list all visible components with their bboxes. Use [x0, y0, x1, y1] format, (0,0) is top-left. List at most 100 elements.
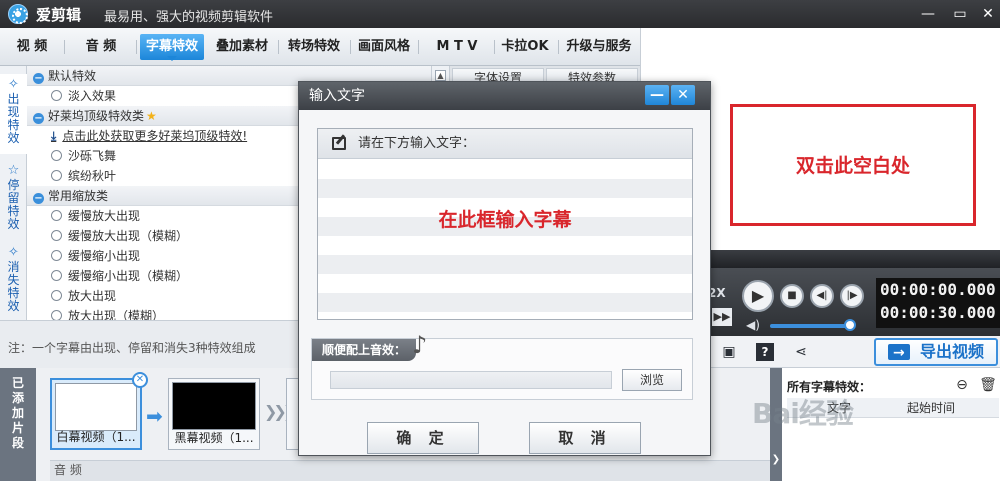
category-disappear-effects[interactable]: ✧ 消失特效 — [0, 242, 27, 320]
time-display: 00:00:00.000 00:00:30.000 — [876, 278, 1000, 328]
sound-effect-box: 顺便配上音效： ♪ 浏览 — [311, 331, 693, 400]
tab-separator — [136, 40, 137, 54]
text-input-area[interactable]: 请在下方输入文字： 在此框输入字幕 — [317, 128, 693, 320]
app-slogan: 最易用、强大的视频剪辑软件 — [104, 10, 274, 25]
remove-clip-icon[interactable]: ✕ — [132, 372, 148, 388]
tab-upgrade-service[interactable]: 升级与服务 — [562, 34, 636, 60]
radio-icon[interactable] — [51, 270, 62, 281]
stay-effect-icon: ☆ — [7, 163, 20, 178]
text-input-prompt: 请在下方输入文字： — [358, 136, 476, 151]
clip-white-video[interactable]: 白幕视频（1... — [50, 378, 142, 450]
stop-icon[interactable]: ■ — [780, 284, 804, 308]
added-clips-label: 已添加片段 — [0, 368, 36, 481]
audio-track: 音 频 — [50, 460, 770, 481]
empty-clip-slot[interactable] — [286, 378, 298, 450]
volume-slider[interactable] — [770, 324, 848, 328]
effect-label: 缓慢缩小出现 — [68, 249, 141, 263]
effect-label: 缓慢放大出现（模糊） — [68, 229, 189, 243]
tab-separator — [64, 40, 65, 54]
close-window-button[interactable]: ✕ — [974, 2, 1000, 26]
effect-category-sidebar: ✧ 出现特效 ☆ 停留特效 ✧ 消失特效 — [0, 66, 27, 320]
input-text-dialog: 输入文字 — ✕ 请在下方输入文字： 在此框输入字幕 顺便配上音效： ♪ 浏览 … — [298, 81, 711, 456]
undo-icon[interactable]: ⊖ — [953, 376, 971, 394]
export-video-button[interactable]: 导出视频 — [874, 338, 998, 366]
category-label: 出现特效 — [7, 92, 20, 145]
link-label: 点击此处获取更多好莱坞顶级特效! — [62, 129, 248, 143]
effect-label: 淡入效果 — [68, 89, 117, 103]
help-icon[interactable]: ? — [756, 343, 774, 361]
audio-track-label: 音 频 — [54, 463, 82, 477]
minimize-window-button[interactable]: — — [914, 2, 942, 26]
tab-karaoke[interactable]: 卡拉OK — [496, 34, 554, 60]
app-logo-icon — [8, 4, 28, 24]
next-frame-icon[interactable]: ▶▶ — [712, 308, 732, 326]
effect-note: 注：一个字幕由出现、停留和消失3种特效组成 — [8, 341, 256, 355]
clip-caption: 黑幕视频（1... — [174, 431, 254, 445]
export-icon — [888, 341, 910, 365]
tab-separator — [418, 40, 419, 54]
tab-separator — [278, 40, 279, 54]
category-label: 消失特效 — [7, 260, 20, 313]
total-time: 00:00:30.000 — [880, 303, 996, 322]
text-input-hint: 在此框输入字幕 — [438, 209, 572, 231]
radio-icon[interactable] — [51, 250, 62, 261]
effect-label: 放大出现 — [68, 289, 117, 303]
rewind-icon[interactable]: ◀| — [810, 284, 834, 308]
tab-mtv[interactable]: M T V — [424, 34, 490, 60]
dialog-minimize-button[interactable]: — — [645, 85, 669, 105]
group-label: 好莱坞顶级特效类 — [48, 109, 145, 123]
save-icon[interactable]: ▣ — [720, 343, 738, 361]
category-appear-effects[interactable]: ✧ 出现特效 — [0, 74, 27, 154]
effect-label: 缓慢缩小出现（模糊） — [68, 269, 189, 283]
forward-icon[interactable]: |▶ — [840, 284, 864, 308]
tab-video[interactable]: 视 频 — [4, 34, 60, 60]
clip-thumbnail — [55, 383, 137, 431]
maximize-window-button[interactable]: ▭ — [946, 2, 974, 26]
group-label: 常用缩放类 — [48, 189, 109, 203]
title-bar: 爱剪辑 最易用、强大的视频剪辑软件 — ▭ ✕ — [0, 0, 1000, 28]
disappear-effect-icon: ✧ — [8, 245, 19, 260]
radio-icon[interactable] — [51, 150, 62, 161]
tab-transition-effects[interactable]: 转场特效 — [282, 34, 346, 60]
category-stay-effects[interactable]: ☆ 停留特效 — [0, 160, 27, 240]
delete-icon[interactable]: 🗑 — [979, 376, 997, 394]
radio-icon[interactable] — [51, 210, 62, 221]
play-icon[interactable]: ▶ — [742, 280, 774, 312]
column-start-time[interactable]: 起始时间 — [907, 398, 955, 418]
radio-icon[interactable] — [51, 310, 62, 320]
cancel-button[interactable]: 取 消 — [529, 422, 641, 454]
ok-button[interactable]: 确 定 — [367, 422, 479, 454]
tab-separator — [494, 40, 495, 54]
dialog-close-button[interactable]: ✕ — [671, 85, 695, 105]
radio-icon[interactable] — [51, 290, 62, 301]
effect-label: 缓慢放大出现 — [68, 209, 141, 223]
share-icon[interactable]: ⋖ — [792, 343, 810, 361]
text-input-lines[interactable] — [318, 160, 692, 319]
effect-label: 放大出现（模糊） — [68, 309, 165, 320]
clip-thumbnail — [172, 382, 256, 430]
radio-icon[interactable] — [51, 170, 62, 181]
category-label: 停留特效 — [7, 178, 20, 231]
scroll-up-icon[interactable]: ▲ — [435, 70, 446, 81]
radio-icon[interactable] — [51, 90, 62, 101]
dialog-title: 输入文字 — [309, 88, 365, 104]
sound-file-field[interactable] — [330, 371, 612, 389]
browse-button[interactable]: 浏览 — [622, 369, 682, 391]
tab-subtitle-effects[interactable]: 字幕特效 — [140, 34, 204, 61]
volume-icon[interactable]: ◀) — [746, 318, 760, 332]
preview-hint: 双击此空白处 — [795, 155, 910, 177]
tab-picture-style[interactable]: 画面风格 — [354, 34, 414, 60]
radio-icon[interactable] — [51, 230, 62, 241]
effect-label: 缤纷秋叶 — [68, 169, 117, 183]
clip-black-video[interactable]: 黑幕视频（1... — [168, 378, 260, 450]
group-label: 默认特效 — [48, 69, 97, 83]
edit-icon — [332, 137, 346, 150]
added-clips-text: 已添加片段 — [11, 376, 24, 450]
main-tab-bar: 视 频 音 频 字幕特效 叠加素材 转场特效 画面风格 M T V 卡拉OK 升… — [0, 28, 640, 66]
tab-audio[interactable]: 音 频 — [70, 34, 132, 60]
volume-knob[interactable] — [844, 319, 856, 331]
tab-overlay-material[interactable]: 叠加素材 — [210, 34, 274, 60]
appear-effect-icon: ✧ — [8, 77, 19, 92]
effect-label: 沙砾飞舞 — [68, 149, 117, 163]
playback-speed[interactable]: 2X — [708, 284, 730, 302]
